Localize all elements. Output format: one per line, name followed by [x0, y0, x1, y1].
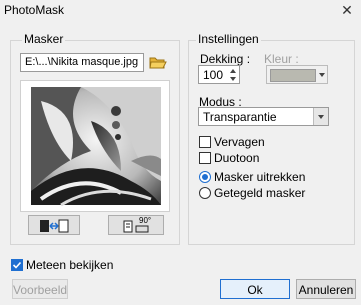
folder-open-icon: [149, 57, 167, 69]
ok-button[interactable]: Ok: [220, 279, 290, 299]
opacity-input[interactable]: 100: [198, 65, 240, 84]
duotone-checkbox[interactable]: [199, 152, 211, 164]
mask-group-title: Masker: [22, 32, 66, 46]
chevron-down-icon: [318, 115, 324, 119]
window-title: PhotoMask: [4, 3, 65, 17]
stretch-mask-label: Masker uitrekken: [214, 170, 306, 184]
duotone-label: Duotoon: [214, 151, 260, 165]
cancel-button[interactable]: Annuleren: [296, 279, 356, 299]
mask-file-field[interactable]: E:\...\Nikita masque.jpg: [20, 53, 144, 72]
preview-live-label: Meteen bekijken: [26, 258, 114, 272]
flip-mask-button[interactable]: [28, 215, 80, 235]
chevron-down-icon: [319, 73, 325, 77]
opacity-label: Dekking :: [200, 52, 251, 66]
close-icon: ✕: [341, 2, 353, 18]
blur-checkbox[interactable]: [199, 136, 211, 148]
preview-live-checkbox[interactable]: [11, 259, 23, 271]
mode-select[interactable]: Transparantie: [198, 107, 329, 126]
color-picker[interactable]: [266, 65, 328, 84]
rotate-angle-label: 90°: [139, 216, 152, 225]
tile-mask-radio[interactable]: [199, 187, 211, 199]
rotate-mask-button[interactable]: 90°: [108, 215, 164, 235]
mode-dropdown-button[interactable]: [313, 108, 328, 125]
color-label: Kleur :: [264, 52, 299, 66]
blur-label: Vervagen: [214, 135, 265, 149]
stretch-mask-radio[interactable]: [199, 171, 211, 183]
spin-arrows-icon: [230, 69, 236, 81]
open-folder-button[interactable]: [148, 53, 168, 72]
close-button[interactable]: ✕: [338, 2, 356, 18]
preview-button: Voorbeeld: [12, 279, 68, 299]
color-swatch: [270, 69, 316, 82]
opacity-spinner[interactable]: [229, 68, 237, 82]
mask-preview-image: [20, 80, 170, 212]
settings-group-title: Instellingen: [196, 32, 261, 46]
tile-mask-label: Getegeld masker: [214, 186, 306, 200]
checkmark-icon: [12, 261, 22, 269]
swap-arrows-icon: [40, 219, 69, 233]
